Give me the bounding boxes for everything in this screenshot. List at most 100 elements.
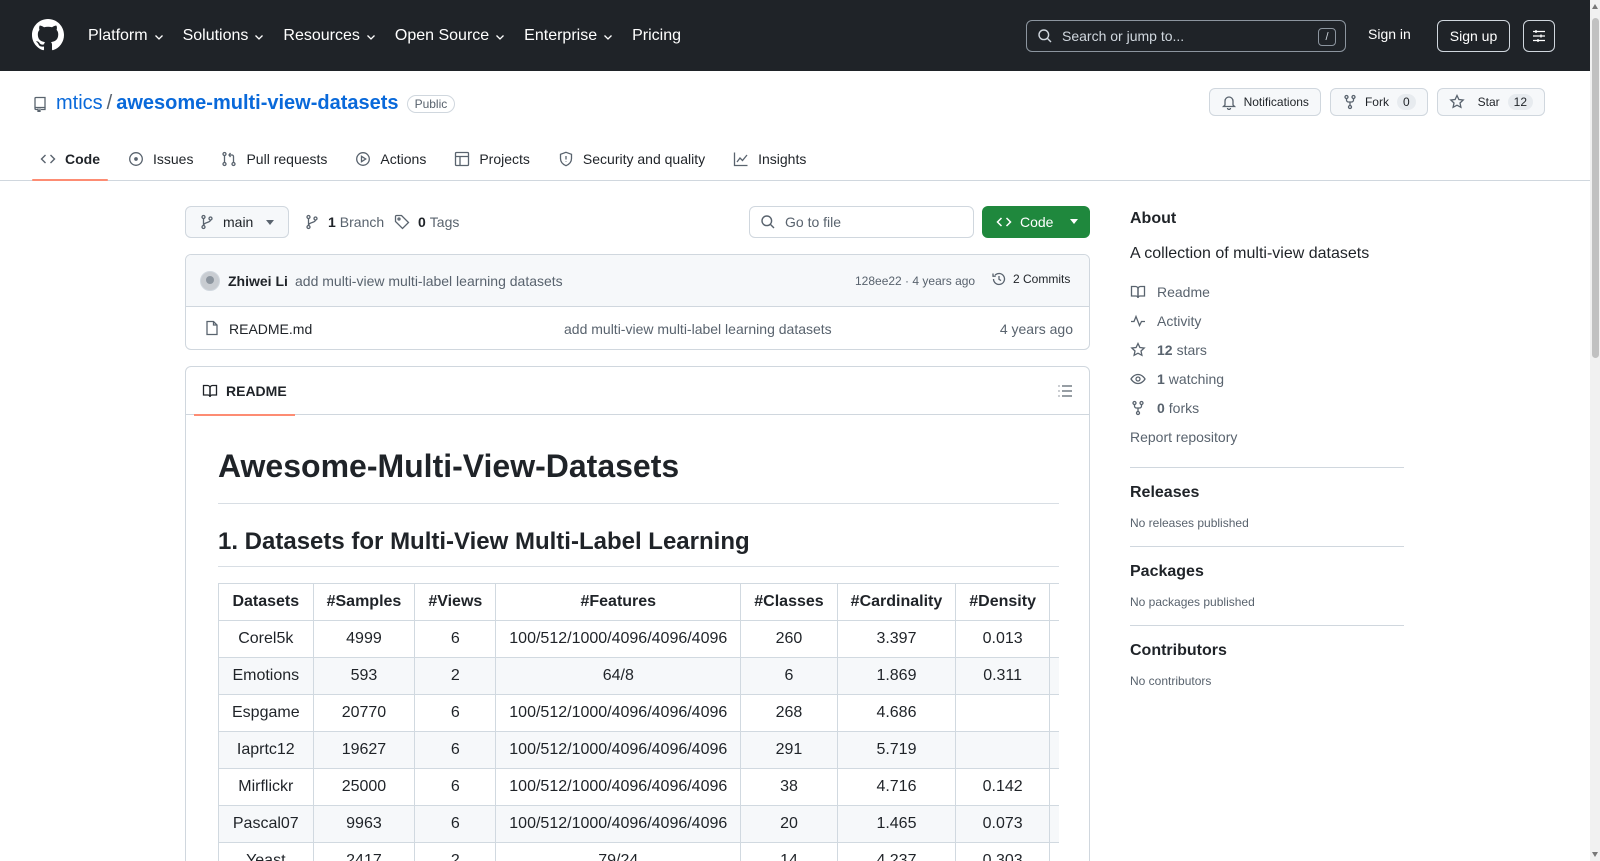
table-cell (955, 694, 1050, 732)
file-commit-message-link[interactable]: add multi-view multi-label learning data… (564, 321, 832, 337)
chevron-down-icon (496, 34, 505, 40)
nav-solutions[interactable]: Solutions (183, 27, 266, 45)
table-header-cell: #Features (495, 583, 742, 621)
nav-resources[interactable]: Resources (283, 27, 376, 45)
chevron-down-icon (366, 34, 375, 40)
commit-hash-time[interactable]: 128ee22 · 4 years ago (855, 274, 975, 288)
table-row: Yeast 2417 2 79/24 14 4.237 0.303 (218, 842, 1059, 861)
table-of-contents-icon[interactable] (1057, 383, 1073, 399)
branches-link[interactable]: 1 Branch (304, 214, 384, 230)
nav-enterprise[interactable]: Enterprise (524, 27, 614, 45)
packages-heading[interactable]: Packages (1130, 563, 1404, 581)
branch-count: 1 (328, 214, 336, 230)
star-icon (1448, 94, 1465, 109)
chevron-down-icon (604, 34, 613, 40)
readme-header: README (186, 367, 1089, 416)
readme-title: Awesome-Multi-View-Datasets (218, 448, 1059, 504)
repo-name-link[interactable]: awesome-multi-view-datasets (116, 92, 398, 115)
table-body: Corel5k 4999 6 100/512/1000/4096/4096/4096 2… (218, 620, 1059, 861)
tag-label: Tags (429, 214, 460, 230)
search-shortcut-key: / (1318, 28, 1336, 46)
repo-actions: Notifications Fork 0 Star 12 (1200, 88, 1545, 116)
tab-security[interactable]: Security and quality (550, 137, 713, 181)
sign-up-button[interactable]: Sign up (1437, 20, 1510, 52)
file-name-link[interactable]: README.md (229, 321, 312, 337)
github-logo-icon[interactable] (32, 19, 64, 51)
latest-commit: Zhiwei Li add multi-view multi-label lea… (186, 255, 1089, 307)
activity-link[interactable]: Activity (1130, 306, 1404, 335)
search-placeholder: Search or jump to... (1062, 28, 1185, 44)
go-to-file-input[interactable]: Go to file (749, 206, 974, 238)
tags-link[interactable]: 0 Tags (394, 214, 459, 230)
table-cell (1048, 805, 1059, 843)
forks-label: forks (1168, 399, 1200, 416)
nav-platform[interactable]: Platform (88, 27, 165, 45)
nav-pricing-label: Pricing (632, 26, 681, 44)
datasets-table-wrapper[interactable]: Datasets #Samples #Views #Features #Classes #… (218, 583, 1059, 861)
commits-history-link[interactable]: 2 Commits (991, 271, 1070, 287)
releases-heading[interactable]: Releases (1130, 484, 1404, 502)
commit-message-link[interactable]: add multi-view multi-label learning data… (295, 273, 563, 289)
commit-author-link[interactable]: Zhiwei Li (228, 273, 288, 289)
table-cell: 1.465 (836, 805, 957, 843)
table-cell: 6 (414, 768, 497, 806)
tab-code[interactable]: Code (32, 137, 108, 181)
scroll-up-arrow-icon[interactable] (1592, 4, 1598, 9)
table-cell: 100/512/1000/4096/4096/4096 (495, 805, 742, 843)
code-dropdown-button[interactable]: Code (982, 206, 1090, 238)
notifications-button[interactable]: Notifications (1208, 88, 1321, 116)
file-age: 4 years ago (999, 321, 1073, 337)
table-row: Pascal07 9963 6 100/512/1000/4096/4096/4096… (218, 805, 1059, 843)
issue-opened-icon (129, 152, 143, 166)
tab-actions-label: Actions (380, 151, 427, 167)
scroll-down-arrow-icon[interactable] (1592, 852, 1598, 857)
search-icon (761, 215, 775, 229)
tab-issues[interactable]: Issues (120, 137, 201, 181)
scrollbar-thumb[interactable] (1592, 18, 1599, 358)
watchers-link[interactable]: 1 watching (1130, 364, 1404, 393)
table-cell: 100/512/1000/4096/4096/4096 (495, 620, 742, 658)
page-scrollbar[interactable] (1590, 0, 1600, 861)
table-cell: 0.142 (955, 768, 1050, 806)
tab-insights[interactable]: Insights (725, 137, 814, 181)
table-cell: 6 (414, 731, 497, 769)
readme-section-heading: 1. Datasets for Multi-View Multi-Label L… (218, 528, 1059, 567)
forks-link[interactable]: 0 forks (1130, 393, 1404, 422)
stars-link[interactable]: 12 stars (1130, 335, 1404, 364)
avatar[interactable] (200, 271, 220, 291)
readme-link[interactable]: Readme (1130, 277, 1404, 306)
branch-name: main (223, 214, 254, 230)
watching-count: 1 (1157, 370, 1165, 387)
nav-open-source[interactable]: Open Source (395, 27, 506, 45)
repo-owner-link[interactable]: mtics (56, 92, 103, 115)
go-to-file-placeholder: Go to file (785, 214, 842, 230)
tab-pull-requests[interactable]: Pull requests (213, 137, 335, 181)
tag-count: 0 (418, 214, 426, 230)
table-cell: 2 (414, 842, 497, 861)
repository-title: mtics / awesome-multi-view-datasets Publ… (32, 92, 456, 115)
nav-pricing[interactable]: Pricing (632, 27, 681, 45)
table-cell (1048, 768, 1059, 806)
caret-down-icon (1070, 219, 1078, 224)
table-cell: 0.303 (955, 842, 1050, 861)
table-cell: 593 (312, 657, 416, 695)
tab-actions[interactable]: Actions (347, 137, 434, 181)
tab-projects[interactable]: Projects (446, 137, 538, 181)
readme-tab[interactable]: README (194, 367, 295, 416)
packages-empty-text: No packages published (1130, 595, 1255, 609)
branch-selector[interactable]: main (185, 206, 289, 238)
star-button[interactable]: Star 12 (1436, 88, 1545, 116)
nav-enterprise-label: Enterprise (524, 26, 598, 44)
report-repository-link[interactable]: Report repository (1130, 422, 1404, 451)
contributors-heading[interactable]: Contributors (1130, 642, 1404, 660)
global-search-input[interactable]: Search or jump to... / (1026, 20, 1346, 52)
repository-tabs: Code Issues Pull requests Actions Projec… (32, 137, 826, 181)
mobile-menu-button[interactable] (1523, 20, 1555, 52)
table-cell: 14 (740, 842, 838, 861)
pull-request-icon (222, 151, 237, 167)
sign-in-link[interactable]: Sign in (1368, 26, 1411, 42)
tab-security-label: Security and quality (582, 151, 706, 167)
fork-button[interactable]: Fork 0 (1329, 88, 1428, 116)
star-counter: 12 (1507, 94, 1533, 110)
table-cell: 100/512/1000/4096/4096/4096 (495, 694, 742, 732)
